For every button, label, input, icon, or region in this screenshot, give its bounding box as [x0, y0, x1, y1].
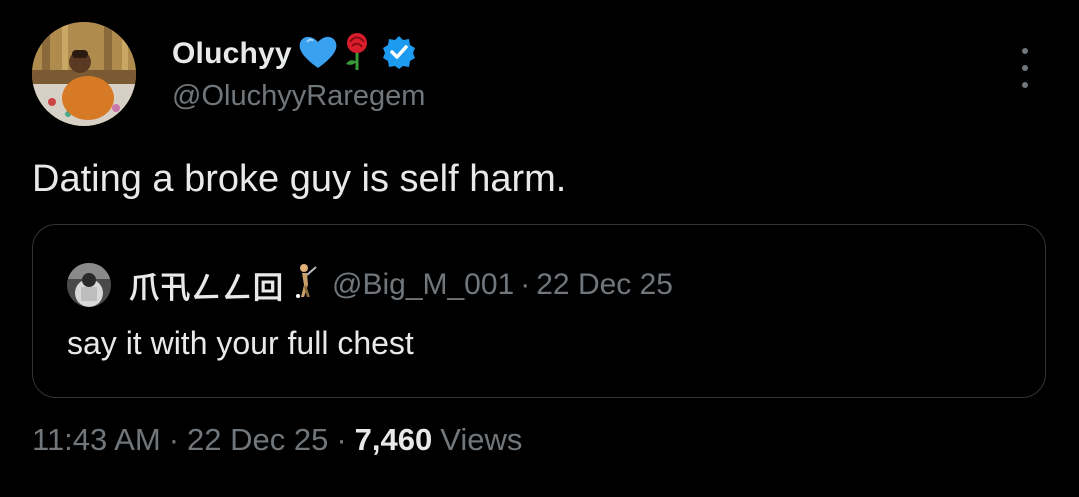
more-dot	[1022, 48, 1028, 54]
verified-badge-icon[interactable]	[382, 35, 416, 74]
tweet-time[interactable]: 11:43 AM	[32, 422, 161, 458]
author-name-row: Oluchyy	[172, 32, 416, 77]
quoted-text: say it with your full chest	[67, 325, 414, 361]
author-avatar[interactable]	[32, 22, 136, 126]
tweet: Oluchyy @OluchyyRaregem Dating a broke g…	[0, 0, 1079, 497]
quoted-header: 爪卂ㄥㄥ回 @Big_M_001 · 22 Dec 25	[129, 263, 673, 307]
rose-icon	[342, 32, 372, 77]
more-dot	[1022, 65, 1028, 71]
tweet-date[interactable]: 22 Dec 25	[187, 422, 328, 458]
more-dot	[1022, 82, 1028, 88]
quoted-date[interactable]: 22 Dec 25	[536, 268, 673, 302]
more-options-icon[interactable]	[1014, 48, 1036, 88]
author-handle[interactable]: @OluchyyRaregem	[172, 80, 425, 113]
quoted-avatar-photo	[67, 263, 111, 307]
quoted-display-name[interactable]: 爪卂ㄥㄥ回	[129, 263, 284, 307]
meta-separator: ·	[336, 422, 347, 457]
quoted-handle[interactable]: @Big_M_001	[332, 268, 514, 302]
avatar-photo	[32, 22, 136, 126]
blue-heart-icon	[298, 34, 338, 75]
quoted-separator: ·	[520, 268, 531, 301]
quoted-author-avatar[interactable]	[67, 263, 111, 307]
views-label: Views	[440, 422, 523, 457]
tweet-text: Dating a broke guy is self harm.	[32, 158, 567, 200]
tweet-meta: 11:43 AM · 22 Dec 25 · 7,460 Views	[32, 422, 522, 458]
views-count[interactable]: 7,460	[355, 422, 433, 458]
meta-separator: ·	[168, 422, 180, 457]
author-display-name[interactable]: Oluchyy	[172, 37, 292, 71]
quoted-tweet[interactable]: 爪卂ㄥㄥ回 @Big_M_001 · 22 Dec 25 say it with…	[32, 224, 1046, 398]
golfer-icon	[292, 263, 320, 307]
